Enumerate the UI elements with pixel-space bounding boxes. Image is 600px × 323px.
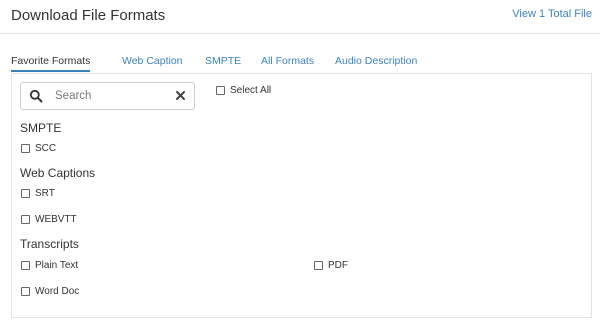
section-title-smpte: SMPTE (20, 121, 62, 135)
tab-favorite-formats[interactable]: Favorite Formats (11, 50, 91, 72)
select-all-label: Select All (230, 84, 272, 96)
view-total-files-link[interactable]: View 1 Total File (512, 8, 592, 20)
srt-checkbox[interactable] (21, 188, 30, 198)
tab-audio-description[interactable]: Audio Description (335, 50, 417, 72)
clear-search-icon[interactable] (175, 90, 186, 101)
plain-text-checkbox[interactable] (21, 260, 30, 270)
scc-label: SCC (35, 142, 57, 154)
tab-all-formats[interactable]: All Formats (261, 50, 314, 72)
select-all-checkbox[interactable] (216, 85, 225, 95)
select-all-checkbox-row[interactable]: Select All (216, 83, 271, 97)
page-title: Download File Formats (11, 7, 166, 24)
tab-web-caption[interactable]: Web Caption (122, 50, 183, 72)
pdf-checkbox[interactable] (314, 260, 323, 270)
section-title-web-captions: Web Captions (20, 166, 96, 180)
webvtt-checkbox[interactable] (21, 214, 30, 224)
format-option-plain-text[interactable]: Plain Text (21, 258, 78, 272)
format-option-srt[interactable]: SRT (21, 186, 55, 200)
search-icon (29, 89, 43, 103)
scc-checkbox[interactable] (21, 143, 30, 153)
format-option-scc[interactable]: SCC (21, 141, 56, 155)
tab-smpte[interactable]: SMPTE (205, 50, 241, 72)
webvtt-label: WEBVTT (35, 213, 77, 225)
formats-panel: Select All SMPTE SCC Web Captions SRT WE… (11, 74, 592, 318)
section-title-transcripts: Transcripts (20, 237, 79, 251)
format-option-webvtt[interactable]: WEBVTT (21, 212, 77, 226)
pdf-label: PDF (328, 259, 348, 271)
word-doc-checkbox[interactable] (21, 286, 30, 296)
search-input[interactable] (55, 87, 165, 105)
word-doc-label: Word Doc (35, 285, 80, 297)
dialog-header: Download File Formats View 1 Total File (0, 0, 600, 34)
plain-text-label: Plain Text (35, 259, 79, 271)
srt-label: SRT (35, 187, 55, 199)
format-option-word-doc[interactable]: Word Doc (21, 284, 79, 298)
format-option-pdf[interactable]: PDF (314, 258, 348, 272)
search-box (20, 82, 195, 110)
